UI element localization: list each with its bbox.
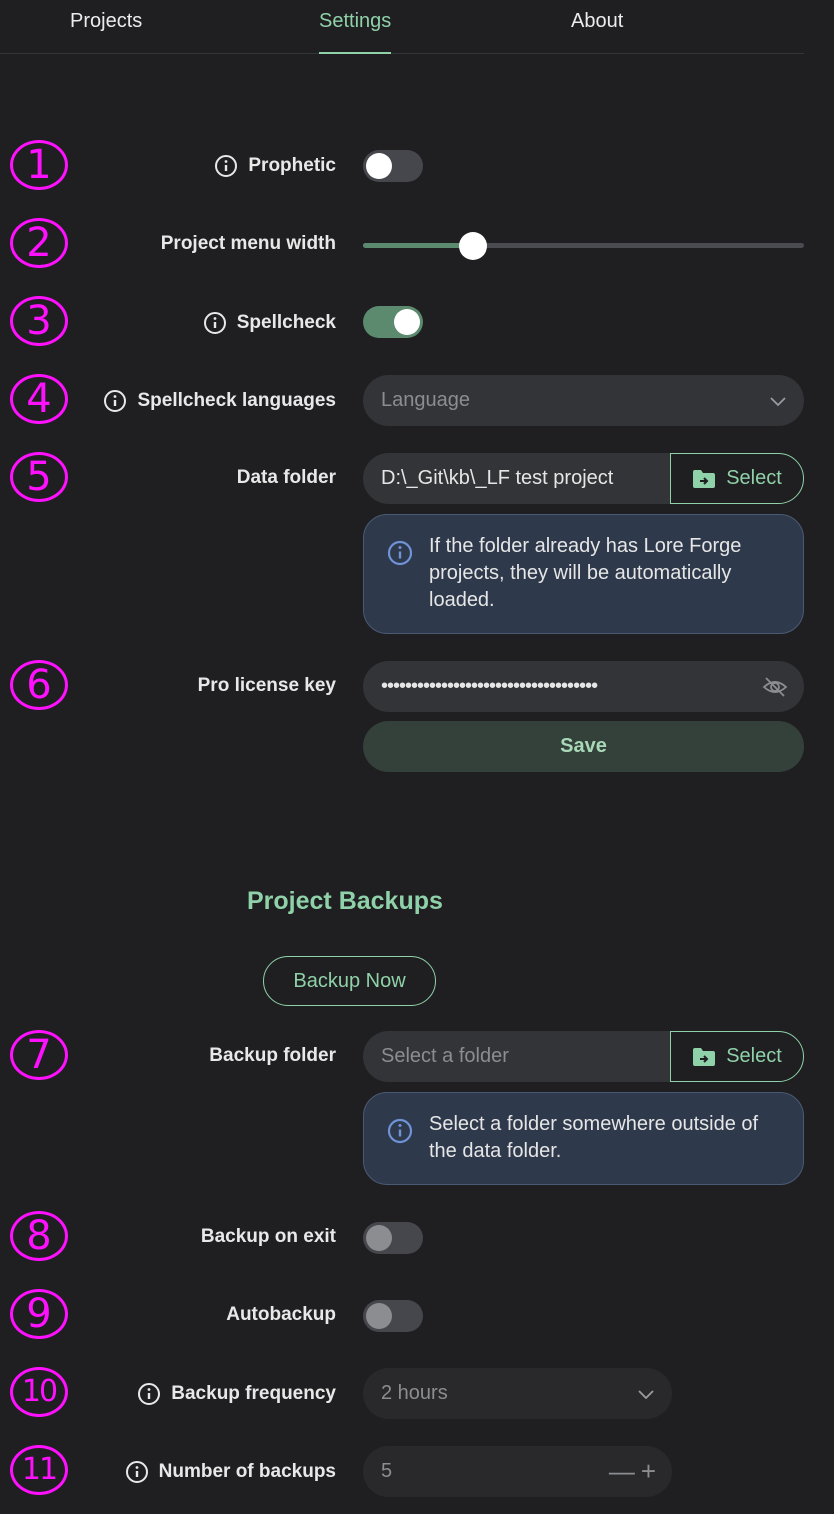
info-icon[interactable] (103, 389, 127, 413)
language-select-placeholder: Language (381, 389, 470, 411)
language-select[interactable]: Language (363, 375, 804, 426)
spellcheck-languages-label: Spellcheck languages (103, 389, 336, 413)
number-of-backups-label: Number of backups (125, 1460, 336, 1484)
tab-bar: Projects Settings About (0, 0, 804, 54)
data-folder-picker: D:\_Git\kb\_LF test project Select (363, 453, 804, 504)
data-folder-info-text: If the folder already has Lore Forge pro… (429, 535, 742, 611)
spellcheck-languages-label-text: Spellcheck languages (137, 390, 336, 411)
quantity-stepper: — + (609, 1458, 656, 1484)
annotation-badge: 3 (10, 296, 68, 346)
number-of-backups-value: 5 (381, 1460, 393, 1482)
license-key-value: •••••••••••••••••••••••••••••••••••• (381, 675, 598, 697)
chevron-down-icon (638, 1390, 654, 1400)
data-folder-select-button[interactable]: Select (670, 453, 804, 504)
toggle-knob (366, 1303, 392, 1329)
annotation-badge: 11 (10, 1445, 68, 1495)
number-of-backups-label-text: Number of backups (158, 1461, 336, 1482)
annotation-badge: 8 (10, 1211, 68, 1261)
backup-folder-label-text: Backup folder (209, 1045, 336, 1066)
decrement-button[interactable]: — (609, 1458, 635, 1484)
backups-section-title: Project Backups (247, 887, 443, 915)
annotation-badge: 5 (10, 452, 68, 502)
data-folder-field[interactable]: D:\_Git\kb\_LF test project (363, 453, 683, 504)
backup-on-exit-label: Backup on exit (201, 1226, 336, 1248)
info-icon[interactable] (125, 1460, 149, 1484)
menu-width-slider[interactable] (363, 231, 804, 261)
backup-folder-info-alert: Select a folder somewhere outside of the… (363, 1092, 804, 1185)
autobackup-toggle[interactable] (363, 1300, 423, 1332)
annotation-badge: 4 (10, 374, 68, 424)
autobackup-label: Autobackup (226, 1304, 336, 1326)
folder-icon (693, 1047, 716, 1066)
backup-frequency-label: Backup frequency (137, 1382, 336, 1406)
tab-settings[interactable]: Settings (319, 10, 392, 54)
spellcheck-toggle[interactable] (363, 306, 423, 338)
annotation-badge: 1 (10, 140, 68, 190)
license-key-input[interactable]: •••••••••••••••••••••••••••••••••••• (363, 661, 804, 712)
backup-now-button[interactable]: Backup Now (263, 956, 436, 1006)
annotation-badge: 7 (10, 1030, 68, 1080)
autobackup-label-text: Autobackup (226, 1304, 336, 1325)
data-folder-label: Data folder (237, 467, 336, 489)
backup-on-exit-label-text: Backup on exit (200, 1226, 336, 1247)
prophetic-toggle[interactable] (363, 150, 423, 182)
license-key-label-text: Pro license key (197, 675, 336, 696)
folder-icon (693, 469, 716, 488)
annotation-badge: 6 (10, 660, 68, 710)
spellcheck-label-text: Spellcheck (236, 312, 336, 333)
annotation-badge: 2 (10, 218, 68, 268)
info-icon[interactable] (137, 1382, 161, 1406)
backup-on-exit-toggle[interactable] (363, 1222, 423, 1254)
backup-folder-select-button[interactable]: Select (670, 1031, 804, 1082)
spellcheck-label: Spellcheck (203, 311, 336, 335)
annotation-badge: 9 (10, 1289, 68, 1339)
menu-width-label-text: Project menu width (160, 233, 336, 254)
backup-folder-select-label: Select (726, 1045, 782, 1067)
prophetic-label: Prophetic (214, 154, 336, 178)
license-key-label: Pro license key (198, 675, 336, 697)
slider-thumb[interactable] (459, 232, 488, 260)
backup-frequency-value: 2 hours (381, 1382, 448, 1404)
toggle-knob (394, 309, 420, 335)
backup-folder-label: Backup folder (209, 1045, 336, 1067)
annotation-badge: 10 (10, 1367, 68, 1417)
menu-width-label: Project menu width (161, 233, 336, 255)
prophetic-label-text: Prophetic (248, 155, 336, 176)
save-license-button[interactable]: Save (363, 721, 804, 772)
backup-folder-info-text: Select a folder somewhere outside of the… (429, 1113, 759, 1162)
data-folder-select-label: Select (726, 467, 782, 489)
increment-button[interactable]: + (641, 1458, 656, 1484)
backup-frequency-label-text: Backup frequency (171, 1383, 336, 1404)
slider-fill (363, 243, 474, 248)
backup-folder-field[interactable]: Select a folder (363, 1031, 683, 1082)
backup-folder-picker: Select a folder Select (363, 1031, 804, 1082)
eye-off-icon[interactable] (762, 674, 788, 700)
chevron-down-icon (770, 397, 786, 407)
toggle-knob (366, 1225, 392, 1251)
data-folder-label-text: Data folder (236, 467, 336, 488)
info-icon[interactable] (214, 154, 238, 178)
info-icon[interactable] (203, 311, 227, 335)
info-icon (387, 1118, 413, 1144)
info-icon (387, 540, 413, 566)
data-folder-info-alert: If the folder already has Lore Forge pro… (363, 514, 804, 634)
toggle-knob (366, 153, 392, 179)
backup-frequency-select[interactable]: 2 hours (363, 1368, 672, 1419)
tab-projects[interactable]: Projects (70, 10, 142, 54)
number-of-backups-input[interactable]: 5 — + (363, 1446, 672, 1497)
tab-about[interactable]: About (571, 10, 623, 54)
